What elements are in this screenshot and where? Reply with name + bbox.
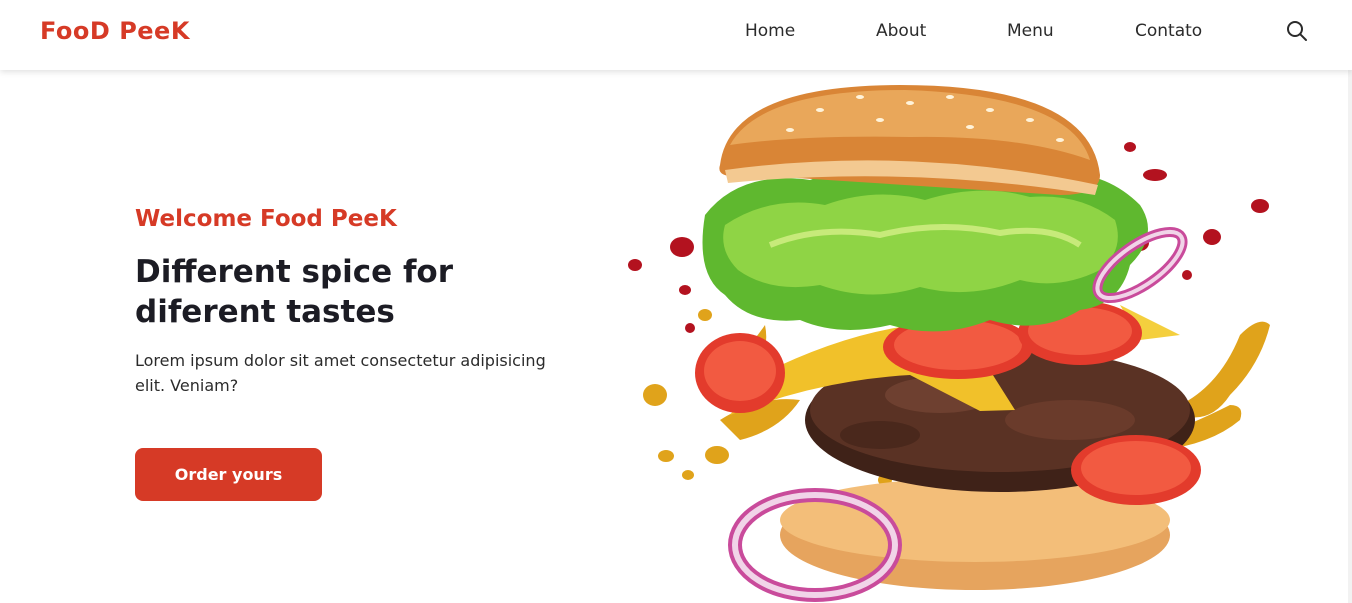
logo-part-k: K xyxy=(170,17,190,45)
search-icon[interactable] xyxy=(1285,19,1309,43)
hero-subtitle: Welcome Food PeeK xyxy=(135,206,397,232)
nav-item-menu[interactable]: Menu xyxy=(1007,20,1054,42)
order-button[interactable]: Order yours xyxy=(135,448,322,501)
logo-part-d: D xyxy=(89,17,120,45)
logo-part-foo: Foo xyxy=(40,17,90,45)
nav-item-home[interactable]: Home xyxy=(745,20,795,42)
site-logo[interactable]: FooD PeeK xyxy=(40,16,190,46)
nav-item-about[interactable]: About xyxy=(876,20,926,42)
top-bun xyxy=(719,85,1100,195)
page-scrollbar[interactable] xyxy=(1348,70,1352,603)
site-header: FooD PeeK Home About Menu Contato xyxy=(0,0,1352,70)
hero-title: Different spice for diferent tastes xyxy=(135,254,454,330)
nav-item-contato[interactable]: Contato xyxy=(1135,20,1202,42)
hero-description: Lorem ipsum dolor sit amet consectetur a… xyxy=(135,351,546,395)
logo-part-pee: Pee xyxy=(119,17,171,45)
burger-illustration xyxy=(628,85,1270,602)
